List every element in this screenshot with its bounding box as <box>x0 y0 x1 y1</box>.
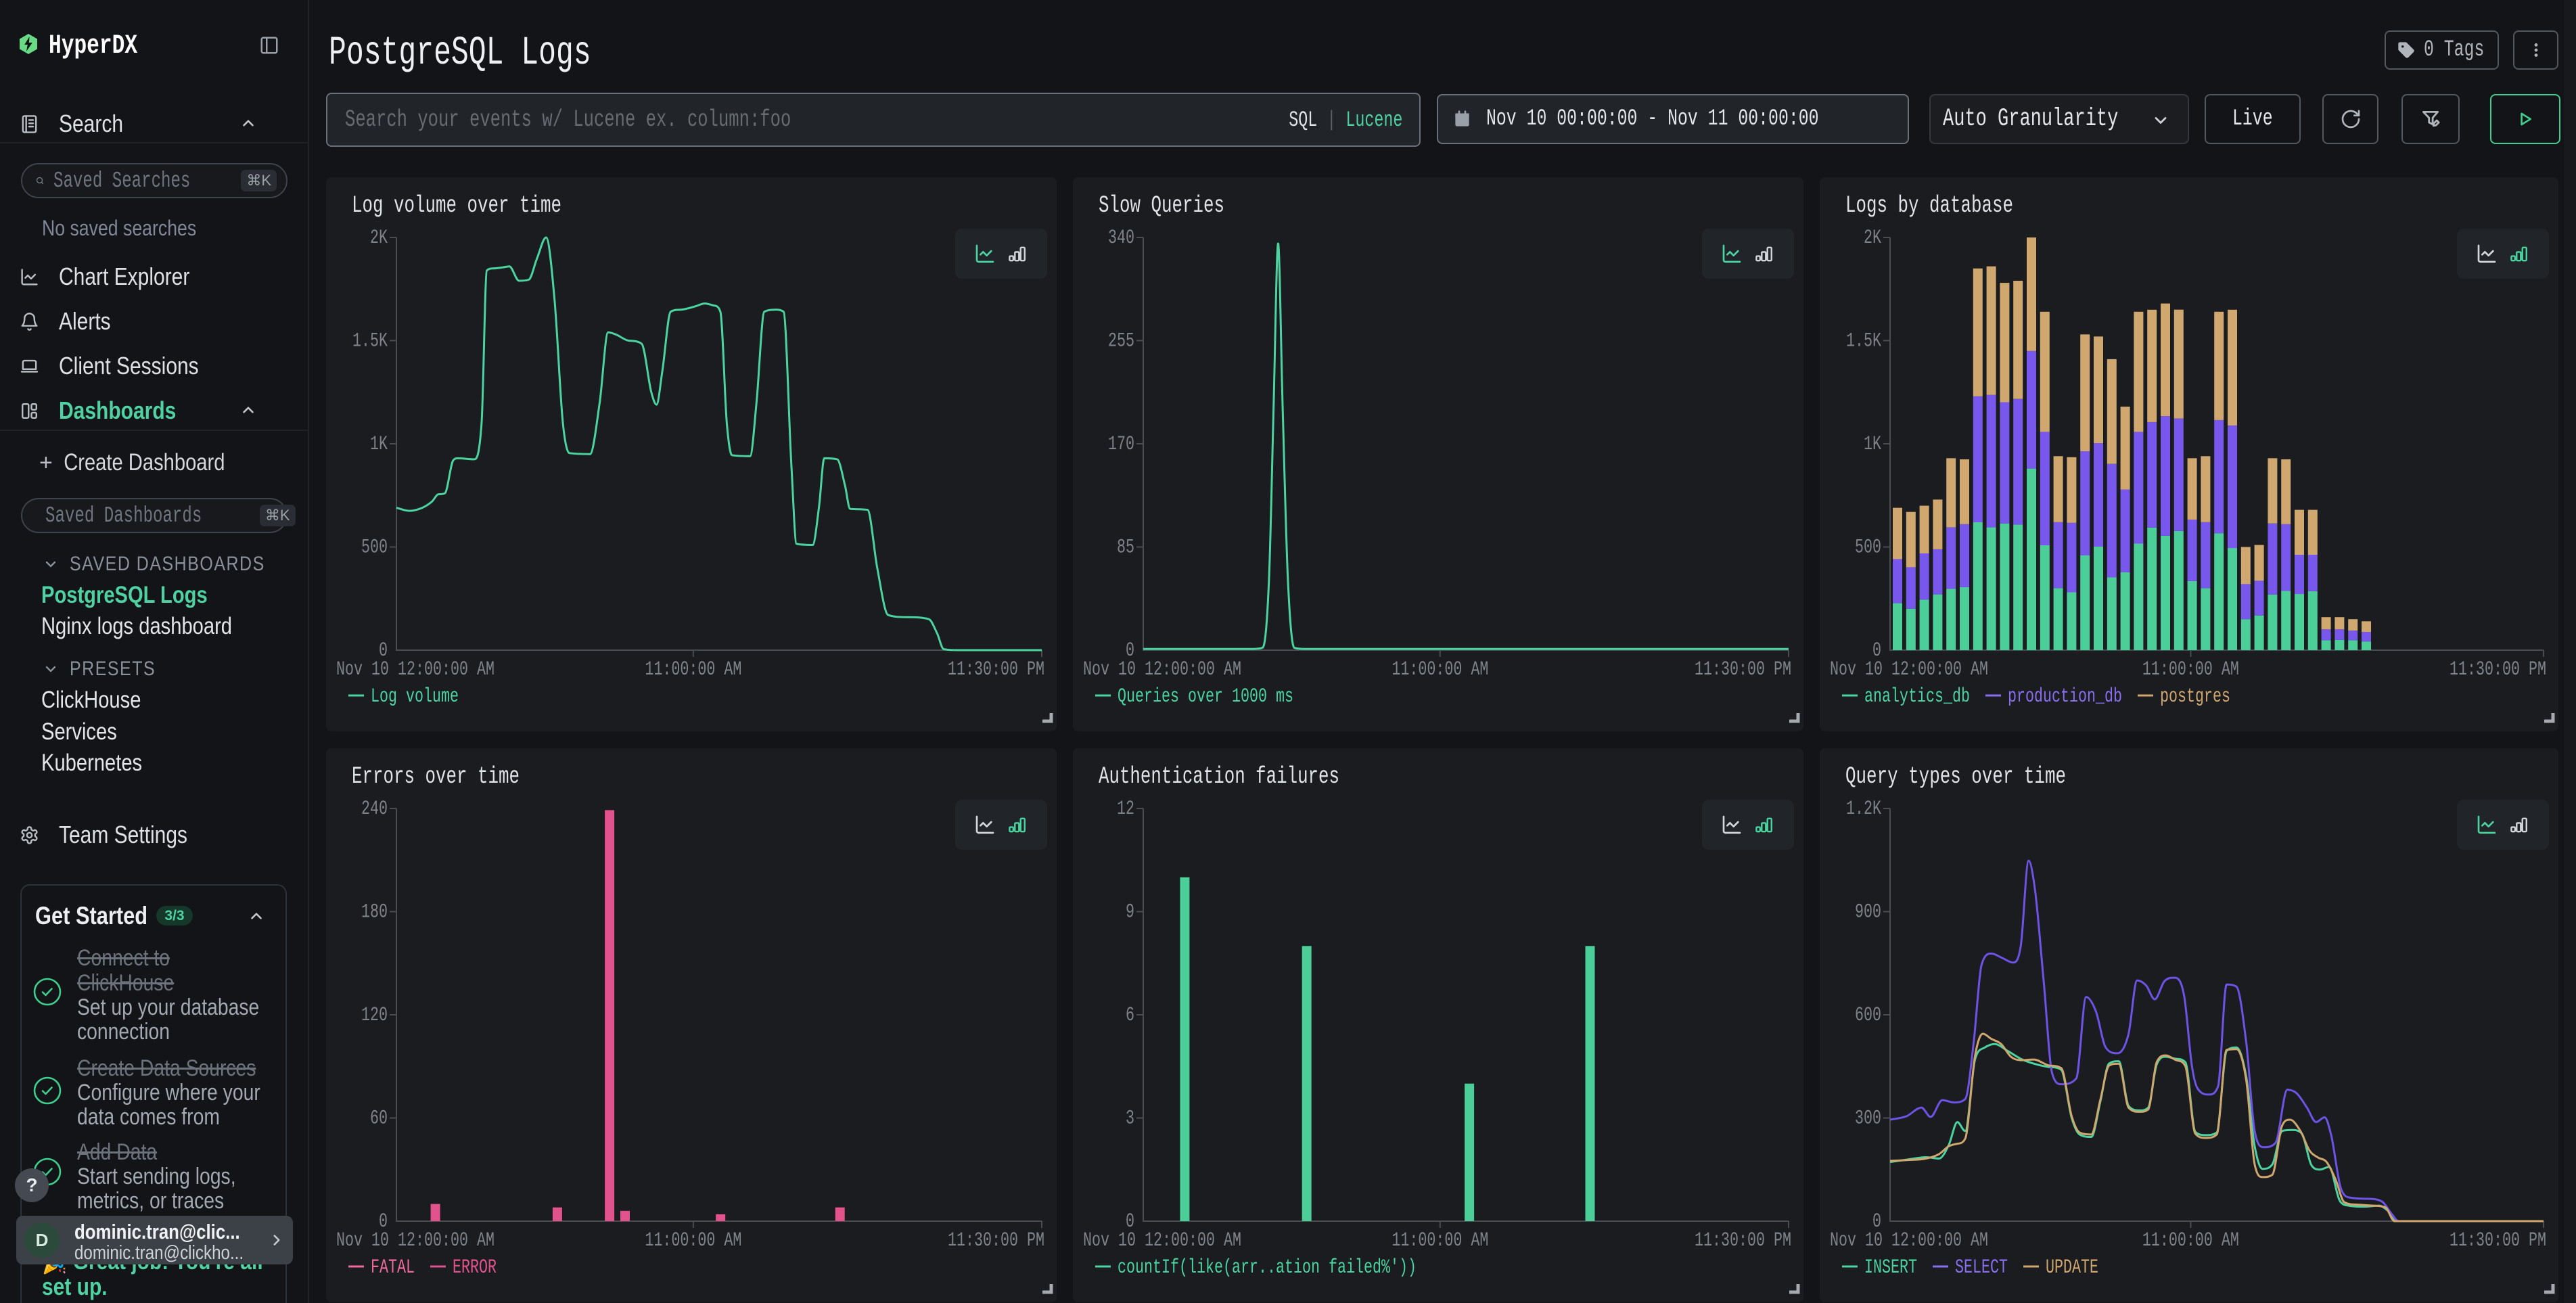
svg-text:9: 9 <box>1126 901 1134 924</box>
svg-text:120: 120 <box>361 1004 388 1027</box>
svg-text:600: 600 <box>1855 1004 1881 1027</box>
svg-text:INSERT: INSERT <box>1864 1256 1917 1279</box>
svg-text:255: 255 <box>1108 330 1134 353</box>
svg-text:500: 500 <box>1855 536 1881 559</box>
svg-text:3: 3 <box>1126 1107 1134 1130</box>
svg-text:SELECT: SELECT <box>1955 1256 2008 1279</box>
svg-text:11:00:00 AM: 11:00:00 AM <box>1392 1229 1488 1252</box>
svg-text:Authentication failures: Authentication failures <box>1099 763 1339 790</box>
svg-text:countIf(like(arr..ation failed: countIf(like(arr..ation failed%')) <box>1118 1256 1417 1279</box>
svg-text:Nov 10 12:00:00 AM: Nov 10 12:00:00 AM <box>1830 658 1988 681</box>
svg-text:Queries over 1000 ms: Queries over 1000 ms <box>1118 685 1293 708</box>
svg-text:12: 12 <box>1117 798 1134 821</box>
svg-text:6: 6 <box>1126 1004 1134 1027</box>
svg-text:11:00:00 AM: 11:00:00 AM <box>2142 1229 2239 1252</box>
svg-text:Nov 10 12:00:00 AM: Nov 10 12:00:00 AM <box>336 1229 495 1252</box>
svg-text:1.2K: 1.2K <box>1846 798 1881 821</box>
svg-text:Nov 10 12:00:00 AM: Nov 10 12:00:00 AM <box>336 658 495 681</box>
svg-text:Query types over time: Query types over time <box>1845 763 2066 790</box>
svg-text:60: 60 <box>370 1107 388 1130</box>
svg-text:11:00:00 AM: 11:00:00 AM <box>1392 658 1488 681</box>
svg-text:11:00:00 AM: 11:00:00 AM <box>645 1229 741 1252</box>
svg-text:11:30:00 PM: 11:30:00 PM <box>948 658 1044 681</box>
svg-text:postgres: postgres <box>2160 685 2230 708</box>
svg-text:Nov 10 12:00:00 AM: Nov 10 12:00:00 AM <box>1083 1229 1241 1252</box>
svg-text:Errors over time: Errors over time <box>352 763 520 790</box>
svg-text:Log volume over time: Log volume over time <box>352 192 561 219</box>
svg-text:analytics_db: analytics_db <box>1864 685 1970 708</box>
svg-text:11:30:00 PM: 11:30:00 PM <box>1695 658 1791 681</box>
svg-text:1K: 1K <box>370 433 388 456</box>
svg-text:300: 300 <box>1855 1107 1881 1130</box>
svg-text:1.5K: 1.5K <box>352 330 388 353</box>
svg-text:FATAL: FATAL <box>371 1256 415 1279</box>
svg-text:85: 85 <box>1117 536 1134 559</box>
svg-text:340: 340 <box>1108 227 1134 250</box>
svg-text:11:30:00 PM: 11:30:00 PM <box>948 1229 1044 1252</box>
svg-text:11:30:00 PM: 11:30:00 PM <box>2450 658 2546 681</box>
svg-text:11:00:00 AM: 11:00:00 AM <box>2142 658 2239 681</box>
svg-text:11:00:00 AM: 11:00:00 AM <box>645 658 741 681</box>
svg-text:1K: 1K <box>1864 433 1881 456</box>
svg-text:Log volume: Log volume <box>371 685 459 708</box>
svg-text:Nov 10 12:00:00 AM: Nov 10 12:00:00 AM <box>1830 1229 1988 1252</box>
svg-text:production_db: production_db <box>2008 685 2122 708</box>
svg-text:180: 180 <box>361 901 388 924</box>
svg-text:11:30:00 PM: 11:30:00 PM <box>1695 1229 1791 1252</box>
svg-text:UPDATE: UPDATE <box>2046 1256 2098 1279</box>
svg-text:240: 240 <box>361 798 388 821</box>
svg-text:2K: 2K <box>1864 227 1881 250</box>
svg-text:Slow Queries: Slow Queries <box>1099 192 1224 219</box>
svg-text:11:30:00 PM: 11:30:00 PM <box>2450 1229 2546 1252</box>
svg-text:1.5K: 1.5K <box>1846 330 1881 353</box>
svg-text:170: 170 <box>1108 433 1134 456</box>
svg-text:900: 900 <box>1855 901 1881 924</box>
svg-text:2K: 2K <box>370 227 388 250</box>
svg-text:500: 500 <box>361 536 388 559</box>
svg-text:ERROR: ERROR <box>453 1256 497 1279</box>
svg-text:Logs by database: Logs by database <box>1845 192 2013 219</box>
svg-text:Nov 10 12:00:00 AM: Nov 10 12:00:00 AM <box>1083 658 1241 681</box>
